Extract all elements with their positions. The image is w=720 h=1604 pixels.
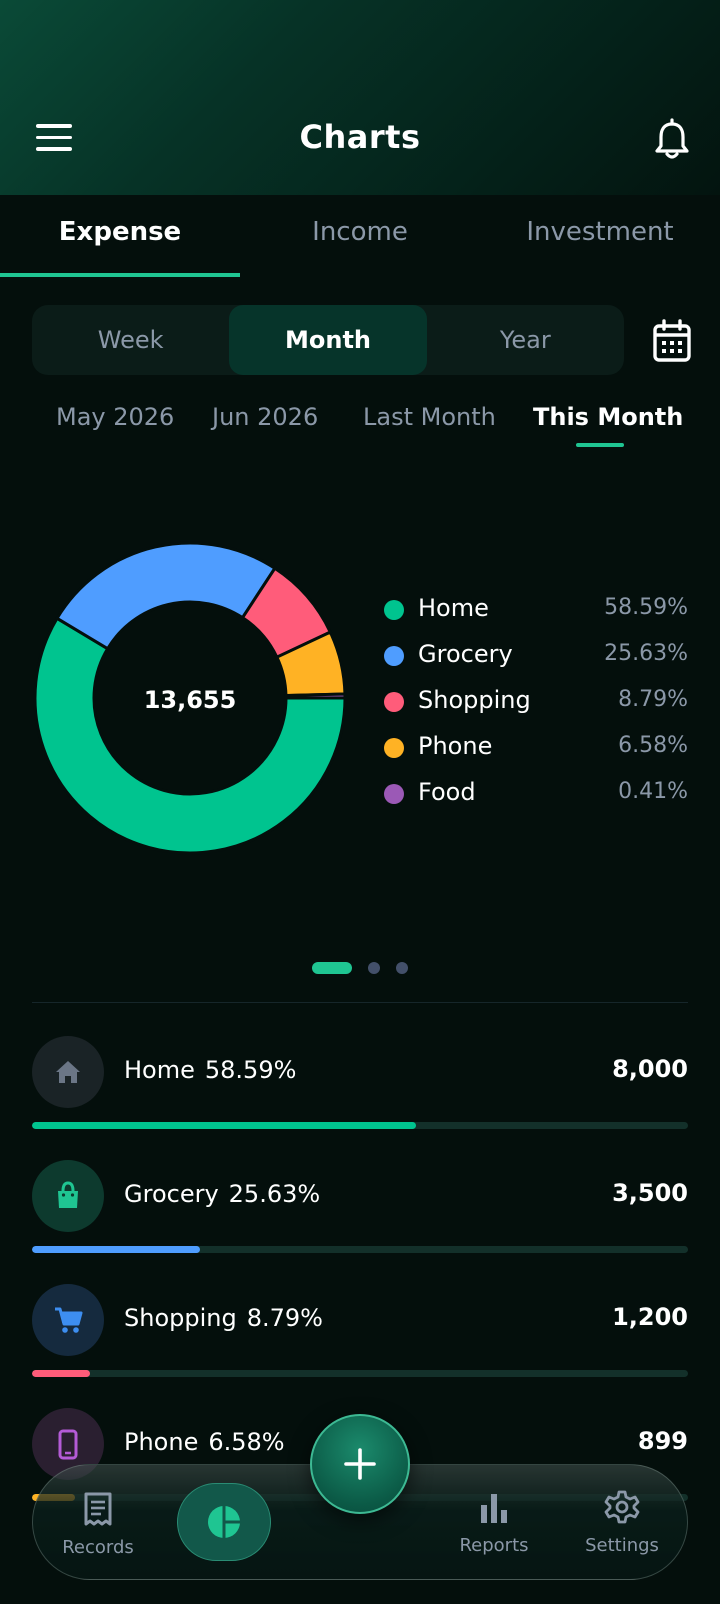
legend-percent: 0.41% [618, 779, 688, 804]
receipt-icon [84, 1492, 112, 1526]
legend-swatch [384, 600, 404, 620]
add-record-button[interactable] [310, 1414, 410, 1514]
category-amount: 3,500 [612, 1179, 688, 1207]
legend-label: Home [418, 594, 489, 622]
tab-expense[interactable]: Expense [0, 195, 240, 277]
category-progress-track [32, 1122, 688, 1129]
legend-item-food[interactable]: Food 0.41% [384, 776, 688, 822]
category-row-shopping[interactable]: Shopping 8.79% 1,200 [32, 1284, 688, 1394]
category-progress-track [32, 1370, 688, 1377]
pie-chart-icon [208, 1506, 240, 1538]
legend-label: Grocery [418, 640, 513, 668]
month-last-month[interactable]: Last Month [363, 403, 496, 431]
category-icon-wrap [32, 1036, 104, 1108]
calendar-icon[interactable] [652, 318, 692, 364]
category-amount: 899 [637, 1427, 688, 1455]
legend-swatch [384, 784, 404, 804]
category-name: Home [124, 1056, 195, 1084]
nav-settings-label: Settings [585, 1535, 659, 1556]
tab-investment[interactable]: Investment [480, 195, 720, 277]
carousel-dot-1[interactable] [312, 962, 352, 974]
phone-icon [58, 1429, 78, 1460]
category-name: Shopping [124, 1304, 237, 1332]
period-year[interactable]: Year [427, 305, 624, 375]
legend-label: Phone [418, 732, 493, 760]
category-percent: 58.59% [204, 1056, 297, 1084]
category-progress-track [32, 1246, 688, 1253]
category-amount: 8,000 [612, 1055, 688, 1083]
legend-swatch [384, 646, 404, 666]
tab-income[interactable]: Income [240, 195, 480, 277]
month-this-month[interactable]: This Month [533, 403, 683, 431]
chart-legend: Home 58.59% Grocery 25.63% Shopping 8.79% Phon… [384, 592, 688, 822]
shopping-bag-icon [58, 1181, 78, 1208]
category-percent: 6.58% [208, 1428, 285, 1456]
period-selector: Week Month Year [32, 305, 624, 375]
period-week[interactable]: Week [32, 305, 229, 375]
gear-icon [604, 1490, 640, 1524]
legend-item-phone[interactable]: Phone 6.58% [384, 730, 688, 776]
legend-percent: 58.59% [604, 595, 688, 620]
plus-icon [344, 1448, 376, 1480]
category-row-home[interactable]: Home 58.59% 8,000 [32, 1036, 688, 1146]
nav-settings[interactable]: Settings [567, 1465, 677, 1556]
month-may-2026[interactable]: May 2026 [56, 403, 174, 431]
category-name: Phone [124, 1428, 199, 1456]
nav-records[interactable]: Records [43, 1465, 153, 1558]
carousel-dot-2[interactable] [368, 962, 380, 974]
legend-item-grocery[interactable]: Grocery 25.63% [384, 638, 688, 684]
nav-records-label: Records [62, 1537, 134, 1558]
type-tabs: Expense Income Investment [0, 195, 720, 277]
category-icon-wrap [32, 1284, 104, 1356]
category-percent: 8.79% [246, 1304, 323, 1332]
month-selector: May 2026 Jun 2026 Last Month This Month [0, 403, 720, 453]
donut-slice-grocery[interactable] [54, 541, 277, 651]
category-name: Grocery [124, 1180, 219, 1208]
category-label: Shopping 8.79% [124, 1304, 323, 1332]
category-progress-fill [32, 1370, 90, 1377]
app-header: Charts [0, 0, 720, 195]
page-title: Charts [299, 118, 421, 156]
carousel-dots [0, 962, 720, 976]
category-percent: 25.63% [228, 1180, 321, 1208]
nav-reports-label: Reports [459, 1535, 529, 1556]
legend-item-home[interactable]: Home 58.59% [384, 592, 688, 638]
category-label: Phone 6.58% [124, 1428, 285, 1456]
legend-label: Shopping [418, 686, 531, 714]
bell-icon[interactable] [652, 118, 692, 162]
category-progress-fill [32, 1122, 417, 1129]
nav-charts[interactable] [177, 1483, 271, 1561]
divider [32, 1002, 688, 1003]
legend-percent: 6.58% [618, 733, 688, 758]
category-icon-wrap [32, 1160, 104, 1232]
carousel-dot-3[interactable] [396, 962, 408, 974]
legend-item-shopping[interactable]: Shopping 8.79% [384, 684, 688, 730]
category-label: Home 58.59% [124, 1056, 296, 1084]
month-jun-2026[interactable]: Jun 2026 [212, 403, 318, 431]
cart-icon [55, 1307, 83, 1333]
category-amount: 1,200 [612, 1303, 688, 1331]
month-indicator [576, 443, 624, 447]
category-progress-fill [32, 1246, 201, 1253]
legend-label: Food [418, 778, 476, 806]
donut-total: 13,655 [143, 686, 237, 714]
nav-reports[interactable]: Reports [439, 1465, 549, 1556]
period-month[interactable]: Month [229, 305, 427, 375]
category-row-grocery[interactable]: Grocery 25.63% 3,500 [32, 1160, 688, 1270]
legend-swatch [384, 692, 404, 712]
bar-chart-icon [481, 1494, 507, 1523]
category-label: Grocery 25.63% [124, 1180, 320, 1208]
legend-percent: 25.63% [604, 641, 688, 666]
legend-swatch [384, 738, 404, 758]
home-icon [56, 1061, 80, 1083]
legend-percent: 8.79% [618, 687, 688, 712]
